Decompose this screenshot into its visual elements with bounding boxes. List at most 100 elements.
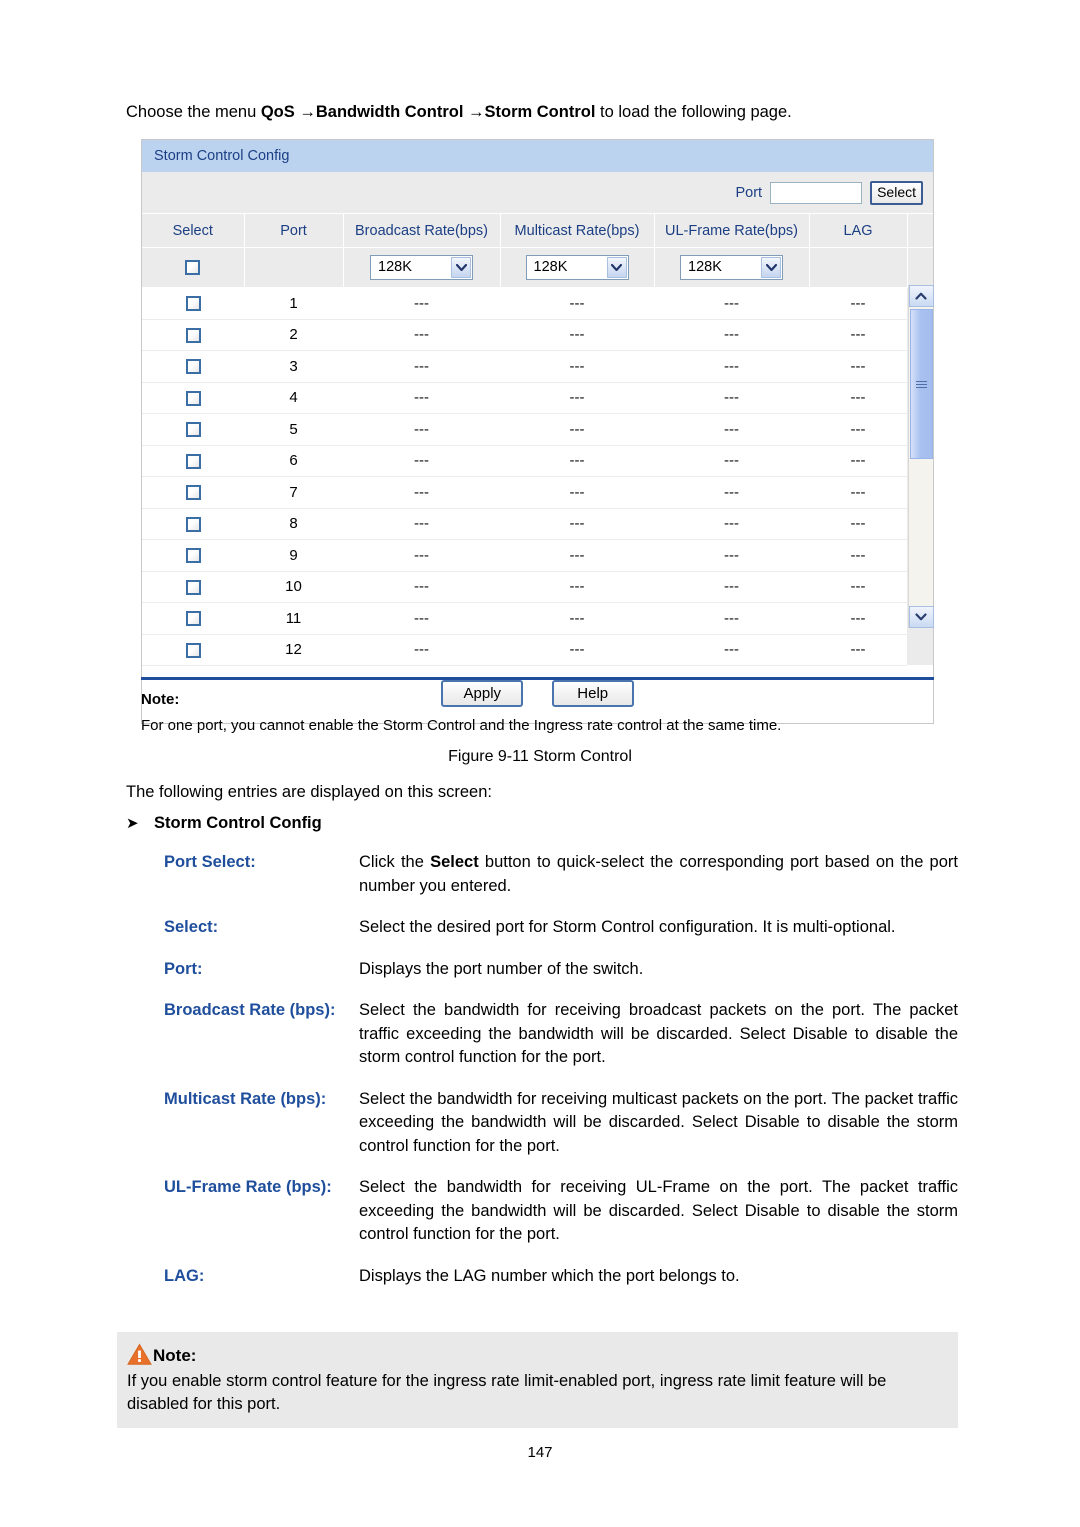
figure-note-divider [141,677,934,680]
row-broadcast-rate: --- [343,508,500,540]
broadcast-rate-value: 128K [378,259,412,275]
row-broadcast-rate: --- [343,319,500,351]
row-broadcast-rate: --- [343,602,500,635]
definition-description-text: Displays the LAG number which the port b… [359,1266,740,1285]
bottom-note-header: Note: [127,1340,948,1366]
row-broadcast-rate: --- [343,634,500,666]
row-multicast-rate: --- [500,413,654,446]
row-checkbox[interactable] [185,579,201,595]
row-port-number: 6 [244,445,343,477]
storm-control-table: Select Port Broadcast Rate(bps) Multicas… [142,214,934,666]
definition-description-text: Select the bandwidth for receiving broad… [359,1001,958,1066]
row-checkbox[interactable] [185,390,201,406]
row-multicast-rate: --- [500,287,654,320]
row-lag: --- [809,539,907,572]
row-select-cell [142,539,244,572]
multicast-rate-dropdown[interactable]: 128K [525,255,629,280]
chevron-down-icon [606,257,627,278]
definition-description: Select the desired port for Storm Contro… [359,916,958,940]
row-port-number: 12 [244,634,343,666]
bulk-config-row: 128K 128K 128K [142,247,934,666]
column-header-broadcast-rate: Broadcast Rate(bps) [343,214,501,248]
panel-title: Storm Control Config [142,140,933,172]
chevron-down-icon [451,257,471,278]
row-checkbox[interactable] [185,642,201,658]
column-header-multicast-rate: Multicast Rate(bps) [500,214,655,248]
row-ul-frame-rate: --- [654,571,809,603]
bulk-broadcast-cell: 128K [343,247,501,288]
lead-paragraph: The following entries are displayed on t… [126,783,492,801]
row-lag: --- [809,382,907,414]
column-header-select: Select [142,214,245,248]
row-ul-frame-rate: --- [654,445,809,477]
figure-note: Note: For one port, you cannot enable th… [141,677,934,734]
row-checkbox[interactable] [185,611,201,627]
row-lag: --- [809,476,907,509]
scrollbar-thumb[interactable] [909,309,933,459]
definition-item: Port Select: Click the Select button to q… [126,851,958,898]
row-broadcast-rate: --- [343,287,500,320]
row-select-cell [142,571,244,603]
scroll-up-icon[interactable] [908,285,934,307]
table-row: 6 --- --- --- --- [142,445,933,477]
row-checkbox[interactable] [185,485,201,501]
row-broadcast-rate: --- [343,382,500,414]
row-ul-frame-rate: --- [654,508,809,540]
row-broadcast-rate: --- [343,445,500,477]
column-header-port: Port [244,214,344,248]
page-number: 147 [527,1444,553,1461]
definition-description-text: Displays the port number of the switch. [359,959,644,978]
bulk-port-cell [244,247,344,288]
row-ul-frame-rate: --- [654,476,809,509]
row-checkbox[interactable] [185,296,201,312]
row-broadcast-rate: --- [343,539,500,572]
row-checkbox[interactable] [185,359,201,375]
definition-description-text: Select the desired port for Storm Contro… [359,918,896,936]
row-broadcast-rate: --- [343,476,500,509]
definition-list: Port Select: Click the Select button to q… [126,851,958,1306]
row-broadcast-rate: --- [343,350,500,383]
row-port-number: 8 [244,508,343,540]
select-button[interactable]: Select [870,180,923,205]
port-input[interactable] [770,181,863,204]
row-port-number: 11 [244,602,343,635]
row-checkbox[interactable] [185,422,201,438]
table-row: 11 --- --- --- --- [142,602,933,635]
row-select-cell [142,350,244,383]
row-ul-frame-rate: --- [654,382,809,414]
row-checkbox[interactable] [185,516,201,532]
definition-description: Displays the LAG number which the port b… [359,1265,958,1289]
row-checkbox[interactable] [185,327,201,343]
definition-description-text: Click the [359,853,431,871]
scroll-down-icon[interactable] [908,606,934,628]
definition-term: Port Select: [164,853,256,871]
table-scrollbar[interactable] [907,285,934,628]
row-port-number: 7 [244,476,343,509]
row-checkbox[interactable] [185,453,201,469]
row-port-number: 4 [244,382,343,414]
table-row: 7 --- --- --- --- [142,476,933,509]
row-select-cell [142,634,244,666]
chevron-down-icon [761,257,781,278]
row-port-number: 10 [244,571,343,603]
row-checkbox[interactable] [185,548,201,564]
row-select-cell [142,287,244,320]
ul-frame-rate-dropdown[interactable]: 128K [680,255,783,280]
table-row: 12 --- --- --- --- [142,634,933,666]
row-select-cell [142,476,244,509]
bottom-note-box: Note: If you enable storm control featur… [117,1332,958,1428]
row-lag: --- [809,445,907,477]
warning-triangle-icon [127,1343,152,1366]
figure-caption: Figure 9-11 Storm Control [448,748,632,765]
broadcast-rate-dropdown[interactable]: 128K [370,255,473,280]
bulk-multicast-cell: 128K [500,247,655,288]
definition-term: Multicast Rate (bps): [164,1089,327,1108]
table-header-row: Select Port Broadcast Rate(bps) Multicas… [142,214,933,248]
row-port-number: 2 [244,319,343,351]
row-select-cell [142,319,244,351]
intro-prefix: Choose the menu [126,103,261,121]
definition-term: Select: [164,918,219,936]
row-multicast-rate: --- [500,634,654,666]
row-select-cell [142,413,244,446]
select-all-checkbox[interactable] [185,260,201,276]
